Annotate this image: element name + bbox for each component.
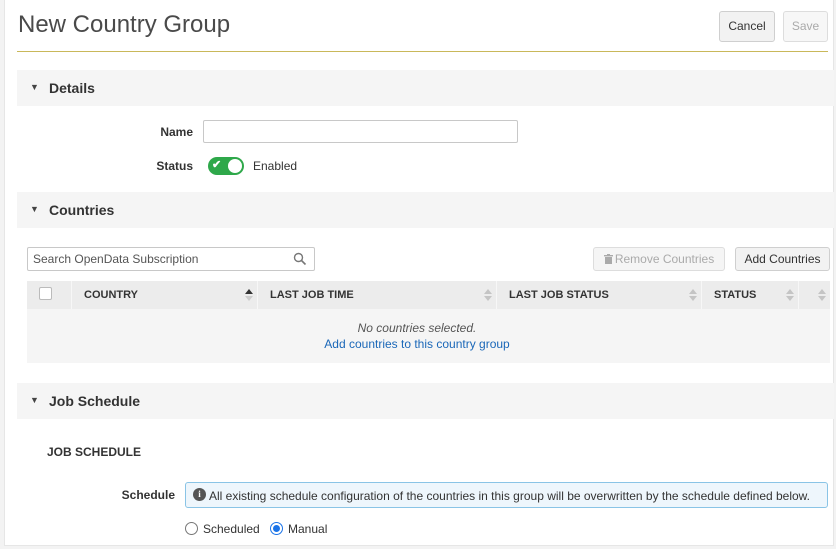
column-header-country[interactable]: COUNTRY (72, 281, 258, 309)
sort-icon (818, 289, 826, 301)
sort-icon (484, 289, 492, 301)
job-schedule-section-header[interactable]: ▼ Job Schedule (17, 383, 834, 419)
select-all-cell (27, 281, 72, 309)
page-header: New Country Group Cancel Save (17, 0, 828, 52)
column-header-status[interactable]: STATUS (702, 281, 799, 309)
manual-radio-label[interactable]: Manual (288, 522, 327, 536)
remove-countries-button[interactable]: Remove Countries (593, 247, 725, 271)
search-box (27, 247, 315, 271)
chevron-down-icon: ▼ (30, 82, 39, 92)
table-header: COUNTRY LAST JOB TIME LAST JOB STATUS ST… (27, 281, 830, 309)
status-label: Status (156, 159, 193, 173)
name-label: Name (160, 125, 193, 139)
info-icon: i (193, 488, 206, 501)
chevron-down-icon: ▼ (30, 395, 39, 405)
job-schedule-subheading: JOB SCHEDULE (47, 445, 142, 459)
new-country-group-page: New Country Group Cancel Save ▼ Details … (4, 0, 834, 546)
column-header-label: LAST JOB TIME (270, 289, 354, 301)
column-header-label: STATUS (714, 289, 757, 301)
status-value: Enabled (253, 159, 298, 173)
add-countries-link[interactable]: Add countries to this country group (27, 337, 807, 351)
trash-icon (603, 254, 613, 264)
select-all-checkbox[interactable] (39, 287, 52, 300)
status-toggle[interactable]: ✔ (208, 157, 244, 175)
details-section-header[interactable]: ▼ Details (17, 70, 834, 106)
cancel-button[interactable]: Cancel (719, 11, 775, 42)
table-body: No countries selected. Add countries to … (27, 309, 830, 363)
check-icon: ✔ (212, 159, 222, 171)
details-section-label: Details (49, 80, 95, 96)
scheduled-radio-label[interactable]: Scheduled (203, 522, 260, 536)
manual-radio[interactable] (270, 522, 283, 535)
empty-state-message: No countries selected. (357, 321, 477, 335)
sort-icon (689, 289, 697, 301)
column-header-label: LAST JOB STATUS (509, 289, 609, 301)
chevron-down-icon: ▼ (30, 204, 39, 214)
save-button[interactable]: Save (783, 11, 828, 42)
schedule-info-message: All existing schedule configuration of t… (209, 489, 811, 503)
schedule-label: Schedule (121, 488, 175, 502)
column-header-actions[interactable] (799, 281, 830, 309)
job-schedule-section-label: Job Schedule (49, 393, 141, 409)
search-icon[interactable] (293, 252, 307, 266)
countries-section-header[interactable]: ▼ Countries (17, 192, 834, 228)
search-input[interactable] (28, 248, 290, 270)
sort-icon (245, 289, 253, 301)
column-header-last-job-status[interactable]: LAST JOB STATUS (497, 281, 702, 309)
remove-countries-label: Remove Countries (614, 252, 715, 266)
scheduled-radio[interactable] (185, 522, 198, 535)
name-input[interactable] (203, 120, 518, 143)
page-title: New Country Group (18, 11, 231, 38)
add-countries-button[interactable]: Add Countries (735, 247, 830, 271)
sort-icon (786, 289, 794, 301)
column-header-last-job-time[interactable]: LAST JOB TIME (258, 281, 497, 309)
schedule-info-banner: i All existing schedule configuration of… (185, 482, 828, 508)
column-header-label: COUNTRY (84, 289, 138, 301)
countries-section-label: Countries (49, 202, 115, 218)
toggle-knob (228, 159, 242, 173)
